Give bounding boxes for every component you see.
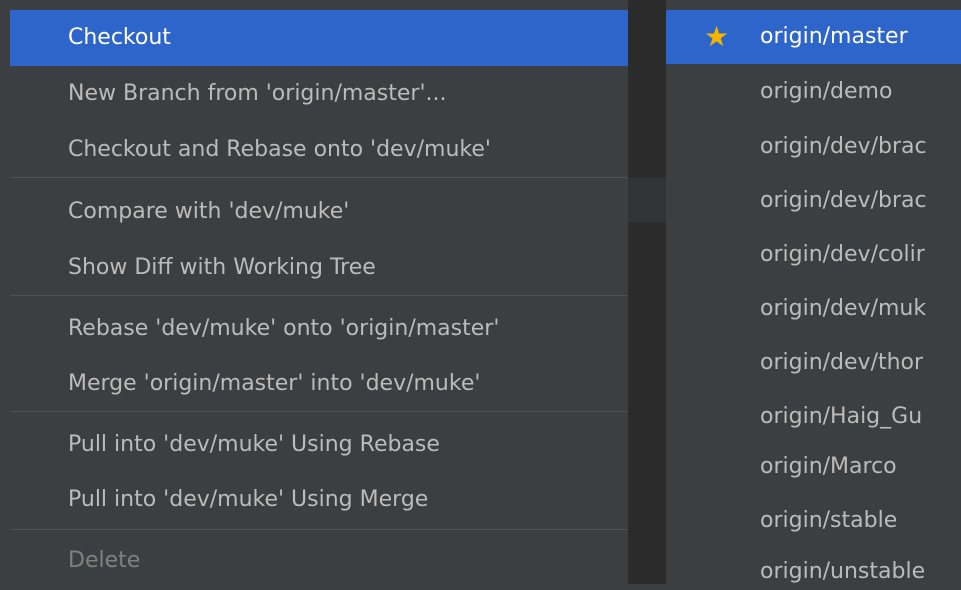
branch-label: origin/stable — [760, 508, 898, 533]
branch-label: origin/Haig_Gu — [760, 404, 923, 429]
menu-separator — [10, 295, 628, 296]
menu-item-show-diff[interactable]: Show Diff with Working Tree — [10, 240, 628, 296]
branch-item[interactable]: origin/unstable — [666, 545, 961, 584]
branch-actions-menu: Checkout New Branch from 'origin/master'… — [10, 10, 628, 590]
menu-gap — [628, 0, 666, 584]
branch-label: origin/Marco — [760, 454, 897, 479]
menu-item-pull-merge[interactable]: Pull into 'dev/muke' Using Merge — [10, 472, 628, 528]
menu-item-rebase[interactable]: Rebase 'dev/muke' onto 'origin/master' — [10, 301, 628, 357]
branch-item[interactable]: origin/dev/muk — [666, 282, 961, 336]
menu-item-new-branch[interactable]: New Branch from 'origin/master'... — [10, 66, 628, 122]
branch-item[interactable]: origin/dev/colir — [666, 228, 961, 282]
branch-item[interactable]: origin/dev/brac — [666, 120, 961, 174]
menu-item-merge[interactable]: Merge 'origin/master' into 'dev/muke' — [10, 356, 628, 412]
branch-list: ★ origin/master origin/demo origin/dev/b… — [666, 0, 961, 584]
branch-label: origin/dev/colir — [760, 242, 925, 267]
branch-label: origin/master — [760, 24, 908, 49]
branch-item[interactable]: origin/stable — [666, 494, 961, 548]
menu-item-compare[interactable]: Compare with 'dev/muke' — [10, 184, 628, 240]
branch-label: origin/dev/brac — [760, 188, 927, 213]
menu-item-checkout[interactable]: Checkout — [10, 10, 628, 66]
branch-label: origin/dev/muk — [760, 296, 927, 321]
branch-item-origin-master[interactable]: ★ origin/master — [666, 10, 961, 64]
menu-separator — [10, 411, 628, 412]
menu-item-delete: Delete — [68, 548, 141, 573]
branch-item[interactable]: origin/dev/thor — [666, 336, 961, 390]
star-icon: ★ — [704, 20, 730, 53]
branch-label: origin/unstable — [760, 559, 926, 584]
menu-separator — [10, 529, 628, 530]
menu-separator — [10, 177, 628, 178]
menu-item-pull-rebase[interactable]: Pull into 'dev/muke' Using Rebase — [10, 417, 628, 473]
branch-label: origin/demo — [760, 79, 893, 104]
branch-item[interactable]: origin/demo — [666, 65, 961, 119]
branch-item[interactable]: origin/Haig_Gu — [666, 390, 961, 444]
background-row-highlight — [628, 178, 666, 222]
branch-item[interactable]: origin/Marco — [666, 440, 961, 494]
branch-item[interactable]: origin/dev/brac — [666, 174, 961, 228]
branch-label: origin/dev/brac — [760, 134, 927, 159]
menu-item-checkout-and-rebase[interactable]: Checkout and Rebase onto 'dev/muke' — [10, 122, 628, 178]
branch-label: origin/dev/thor — [760, 350, 924, 375]
